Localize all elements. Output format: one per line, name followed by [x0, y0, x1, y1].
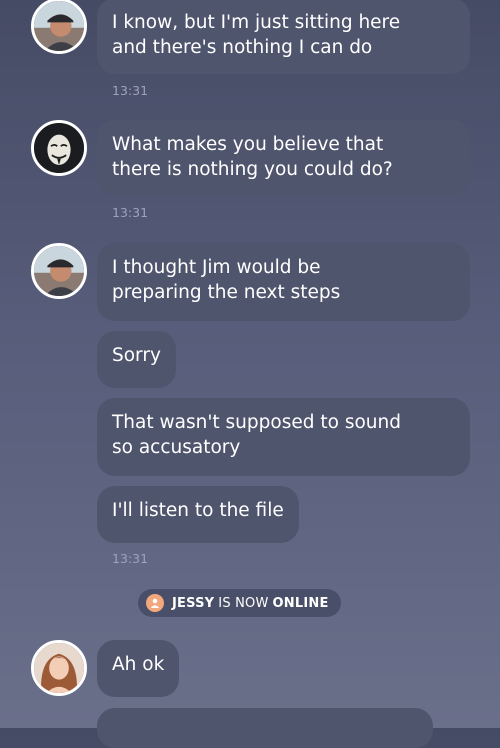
message-timestamp: 13:31: [112, 551, 149, 566]
status-name: JESSY: [172, 595, 215, 611]
avatar-man-with-cap-icon[interactable]: [31, 243, 87, 299]
status-middle-text: IS NOW: [218, 595, 269, 611]
status-notice: JESSY IS NOW ONLINE: [138, 589, 341, 617]
message-bubble: That wasn't supposed to sound so accusat…: [97, 398, 470, 476]
message-bubble: I know, but I'm just sitting here and th…: [97, 0, 470, 74]
avatar-man-with-cap-icon[interactable]: [31, 0, 87, 54]
message-timestamp: 13:31: [112, 83, 149, 98]
avatar-woman-portrait-icon[interactable]: [31, 640, 87, 696]
avatar-masked-face-icon[interactable]: [31, 120, 87, 176]
status-state: ONLINE: [272, 595, 329, 611]
message-bubble: What makes you believe that there is not…: [97, 120, 470, 196]
message-bubble-partial: [97, 708, 433, 748]
message-bubble: I thought Jim would be preparing the nex…: [97, 243, 470, 321]
message-bubble: I'll listen to the file: [97, 486, 299, 543]
message-timestamp: 13:31: [112, 205, 149, 220]
user-icon: [146, 594, 164, 612]
chat-thread: I know, but I'm just sitting here and th…: [0, 0, 500, 748]
message-bubble: Sorry: [97, 331, 176, 388]
message-bubble: Ah ok: [97, 640, 180, 697]
